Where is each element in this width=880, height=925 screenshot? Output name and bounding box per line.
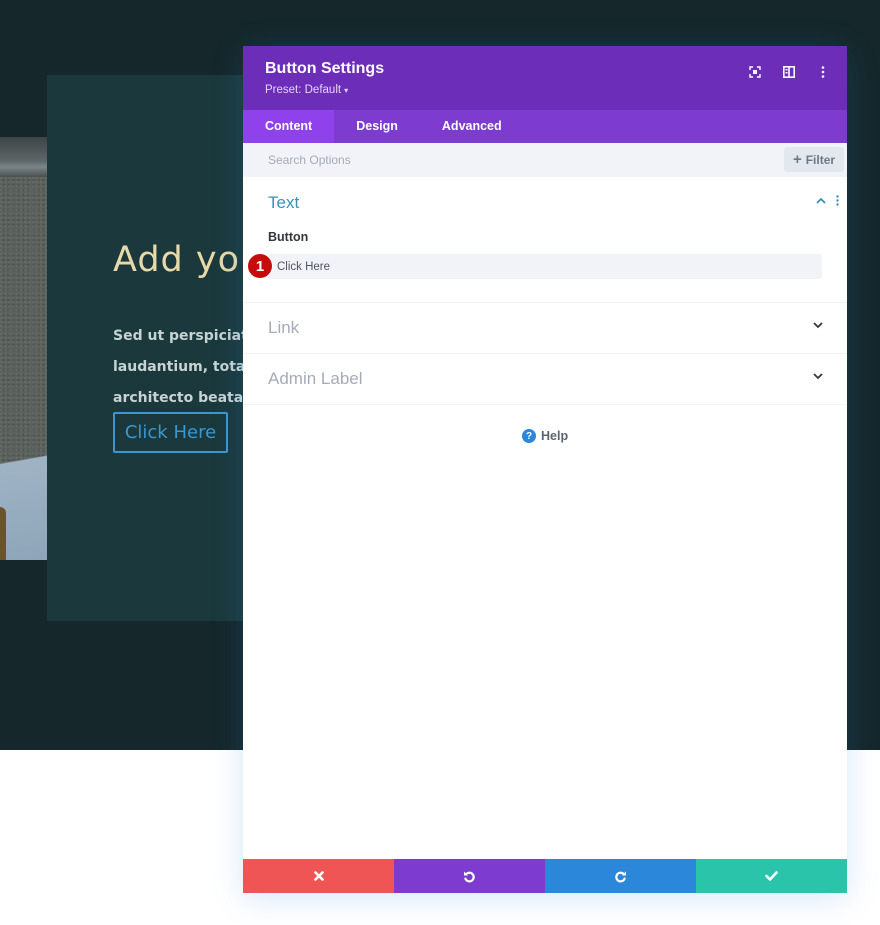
checkmark-icon bbox=[765, 871, 778, 881]
undo-button[interactable] bbox=[394, 859, 545, 893]
split-view-icon[interactable] bbox=[779, 62, 799, 82]
undo-icon bbox=[464, 871, 475, 882]
section-link[interactable]: Link bbox=[243, 303, 847, 354]
help-label: Help bbox=[541, 429, 569, 443]
redo-icon bbox=[615, 871, 626, 882]
photo-figure bbox=[0, 507, 6, 560]
section-title-text[interactable]: Text bbox=[268, 193, 299, 213]
filter-button[interactable]: + Filter bbox=[784, 147, 844, 172]
section-text: Text Button 1 bbox=[243, 177, 847, 303]
hero-title: Add you bbox=[113, 240, 264, 280]
chevron-down-icon[interactable] bbox=[813, 373, 823, 380]
help-icon: ? bbox=[522, 429, 536, 443]
button-text-label: Button bbox=[268, 230, 309, 244]
settings-tabs: Content Design Advanced bbox=[243, 110, 847, 143]
filter-label: Filter bbox=[805, 152, 836, 167]
preset-selector[interactable]: Preset: Default ▾ bbox=[265, 84, 348, 96]
button-text-input[interactable] bbox=[267, 254, 822, 279]
button-settings-modal: Button Settings Preset: Default ▾ Conten… bbox=[243, 46, 847, 893]
search-options-input[interactable] bbox=[243, 143, 773, 177]
hero-cta-button[interactable]: Click Here bbox=[113, 412, 228, 453]
save-button[interactable] bbox=[696, 859, 847, 893]
section-actions bbox=[813, 322, 823, 329]
cancel-button[interactable] bbox=[243, 859, 394, 893]
photo-ledge bbox=[0, 137, 47, 177]
photo-sky bbox=[0, 437, 47, 560]
section-title-link[interactable]: Link bbox=[268, 318, 299, 338]
focus-mode-icon[interactable] bbox=[745, 62, 765, 82]
redo-button[interactable] bbox=[545, 859, 696, 893]
chevron-down-icon[interactable] bbox=[813, 322, 823, 329]
background-photo bbox=[0, 137, 47, 560]
section-admin-label[interactable]: Admin Label bbox=[243, 354, 847, 405]
tab-design[interactable]: Design bbox=[334, 110, 420, 143]
tab-content[interactable]: Content bbox=[243, 110, 335, 143]
plus-icon: + bbox=[792, 151, 802, 168]
chevron-up-icon[interactable] bbox=[816, 197, 826, 204]
modal-header: Button Settings Preset: Default ▾ bbox=[243, 46, 847, 110]
section-title-admin-label[interactable]: Admin Label bbox=[268, 369, 363, 389]
section-actions bbox=[813, 373, 823, 380]
modal-title: Button Settings bbox=[265, 60, 385, 77]
tab-advanced[interactable]: Advanced bbox=[420, 110, 524, 143]
help-link[interactable]: ? Help bbox=[522, 429, 568, 443]
section-menu-icon[interactable] bbox=[836, 195, 839, 206]
section-actions bbox=[816, 195, 839, 206]
step-badge: 1 bbox=[248, 254, 272, 278]
search-bar: + Filter bbox=[243, 143, 847, 177]
more-options-icon[interactable] bbox=[813, 62, 833, 82]
close-icon bbox=[313, 871, 324, 881]
caret-down-icon: ▾ bbox=[344, 85, 349, 95]
preset-label: Preset: Default bbox=[265, 84, 342, 96]
header-actions bbox=[745, 62, 833, 82]
modal-footer bbox=[243, 859, 847, 893]
